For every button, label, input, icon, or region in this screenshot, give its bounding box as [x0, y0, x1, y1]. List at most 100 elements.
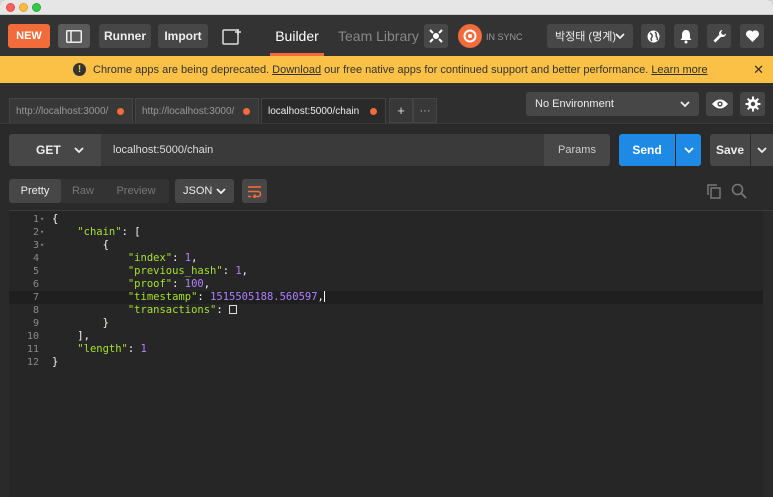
gear-icon: [745, 96, 760, 112]
code-line: 11 "length": 1: [9, 343, 773, 356]
editor-scrollbar[interactable]: [763, 211, 773, 497]
sync-status: IN SYNC: [486, 32, 523, 42]
tab-pretty[interactable]: Pretty: [9, 179, 61, 203]
banner-close-icon[interactable]: ✕: [753, 62, 764, 78]
code-line: 3 ▾ {: [9, 239, 773, 252]
format-label: JSON: [183, 185, 213, 197]
fold-arrow-icon[interactable]: ▾: [40, 213, 48, 226]
tab-team-library[interactable]: Team Library: [338, 15, 419, 56]
main-toolbar: NEW Runner Import Builder Team Library I…: [0, 15, 773, 56]
notifications-button[interactable]: [674, 24, 698, 48]
chevron-down-icon: [74, 147, 84, 154]
tab-raw[interactable]: Raw: [61, 179, 105, 203]
minimize-window-button[interactable]: [19, 3, 28, 12]
request-tab[interactable]: http://localhost:3000/: [135, 98, 259, 123]
save-options-button[interactable]: [751, 134, 773, 166]
wrap-icon: [248, 185, 262, 198]
response-body-editor[interactable]: 1 ▾ { 2 ▾ "chain": [ 3 ▾ { 4 "index": 1,…: [9, 210, 773, 497]
layout-icon: [66, 29, 82, 43]
unsaved-dot-icon: [243, 108, 250, 115]
new-button[interactable]: NEW: [8, 24, 50, 48]
chevron-down-icon: [757, 147, 767, 154]
interceptor-button[interactable]: [424, 24, 448, 48]
postman-window: NEW Runner Import Builder Team Library I…: [0, 0, 773, 497]
add-tab-button[interactable]: +: [389, 98, 413, 123]
interceptor-icon: [429, 29, 443, 43]
tab-builder[interactable]: Builder: [270, 15, 324, 56]
request-tabs-bar: http://localhost:3000/ http://localhost:…: [0, 83, 773, 123]
line-number: 12: [26, 357, 39, 368]
line-number: 10: [26, 331, 39, 342]
environment-selected: No Environment: [535, 98, 614, 110]
more-tabs-button[interactable]: ···: [413, 98, 437, 123]
method-label: GET: [36, 143, 61, 157]
line-number: 4: [32, 253, 39, 264]
params-button[interactable]: Params: [544, 134, 610, 166]
banner-message: Chrome apps are being deprecated. Downlo…: [93, 64, 708, 76]
empty-array-bracket: [229, 305, 238, 314]
user-menu-button[interactable]: 박정태 (명계): [547, 24, 633, 48]
globe-icon: [647, 30, 659, 42]
sync-button[interactable]: [458, 24, 482, 48]
heart-icon: [745, 30, 759, 42]
explore-button[interactable]: [641, 24, 665, 48]
line-number: 8: [32, 305, 39, 316]
user-name: 박정태 (명계): [555, 31, 616, 43]
text-cursor: [323, 291, 325, 302]
request-tab[interactable]: http://localhost:3000/: [9, 98, 133, 123]
line-number: 6: [32, 279, 39, 290]
format-select[interactable]: JSON: [175, 179, 234, 203]
response-toolbar: Pretty Raw Preview JSON: [0, 175, 773, 210]
bell-icon: [680, 29, 692, 43]
learn-more-link[interactable]: Learn more: [651, 64, 707, 76]
wrench-icon: [713, 29, 726, 42]
copy-icon[interactable]: [707, 184, 721, 199]
tab-preview[interactable]: Preview: [105, 179, 167, 203]
code-line: 4 "index": 1,: [9, 252, 773, 265]
manage-environments-button[interactable]: [740, 92, 765, 116]
unsaved-dot-icon: [370, 108, 377, 115]
request-url-bar: GET Params Send Save: [0, 123, 773, 175]
maximize-window-button[interactable]: [32, 3, 41, 12]
line-number: 5: [32, 266, 39, 277]
search-icon[interactable]: [731, 183, 747, 199]
chevron-down-icon: [615, 33, 625, 40]
favorite-button[interactable]: [740, 24, 764, 48]
url-input[interactable]: [101, 134, 544, 166]
code-line: 5 "previous_hash": 1,: [9, 265, 773, 278]
line-number: 3: [32, 240, 39, 251]
fold-arrow-icon[interactable]: ▾: [40, 226, 48, 239]
sync-icon: [463, 29, 477, 43]
send-options-button[interactable]: [676, 134, 701, 166]
line-number: 2: [32, 227, 39, 238]
method-select[interactable]: GET: [9, 134, 101, 166]
close-window-button[interactable]: [6, 3, 15, 12]
fold-arrow-icon[interactable]: ▾: [40, 239, 48, 252]
download-link[interactable]: Download: [272, 64, 321, 76]
code-line-active: 7 "timestamp": 1515505188.560597,: [9, 291, 773, 304]
line-number: 7: [32, 292, 39, 303]
deprecation-banner: ! Chrome apps are being deprecated. Down…: [0, 56, 773, 83]
import-button[interactable]: Import: [158, 24, 208, 48]
toggle-sidebar-button[interactable]: [58, 24, 90, 48]
runner-button[interactable]: Runner: [99, 24, 151, 48]
line-number: 1: [32, 214, 39, 225]
title-bar: [0, 0, 773, 15]
environment-quick-look-button[interactable]: [706, 92, 733, 116]
code-line: 8 "transactions":: [9, 304, 773, 317]
environment-select[interactable]: No Environment: [526, 92, 699, 116]
send-button[interactable]: Send: [619, 134, 675, 166]
request-tab-label: http://localhost:3000/: [142, 105, 235, 117]
code-line: 10 ],: [9, 330, 773, 343]
code-line: 1 ▾ {: [9, 213, 773, 226]
request-tab-label: http://localhost:3000/: [16, 105, 109, 117]
request-tab-active[interactable]: localhost:5000/chain: [261, 98, 386, 123]
eye-icon: [711, 99, 728, 109]
settings-button[interactable]: [707, 24, 731, 48]
line-number: 11: [26, 344, 39, 355]
response-view-tabs: Pretty Raw Preview: [9, 179, 169, 203]
wrap-lines-button[interactable]: [242, 179, 267, 203]
new-window-button[interactable]: [215, 24, 249, 48]
save-button[interactable]: Save: [710, 134, 750, 166]
request-tab-label: localhost:5000/chain: [268, 105, 360, 117]
